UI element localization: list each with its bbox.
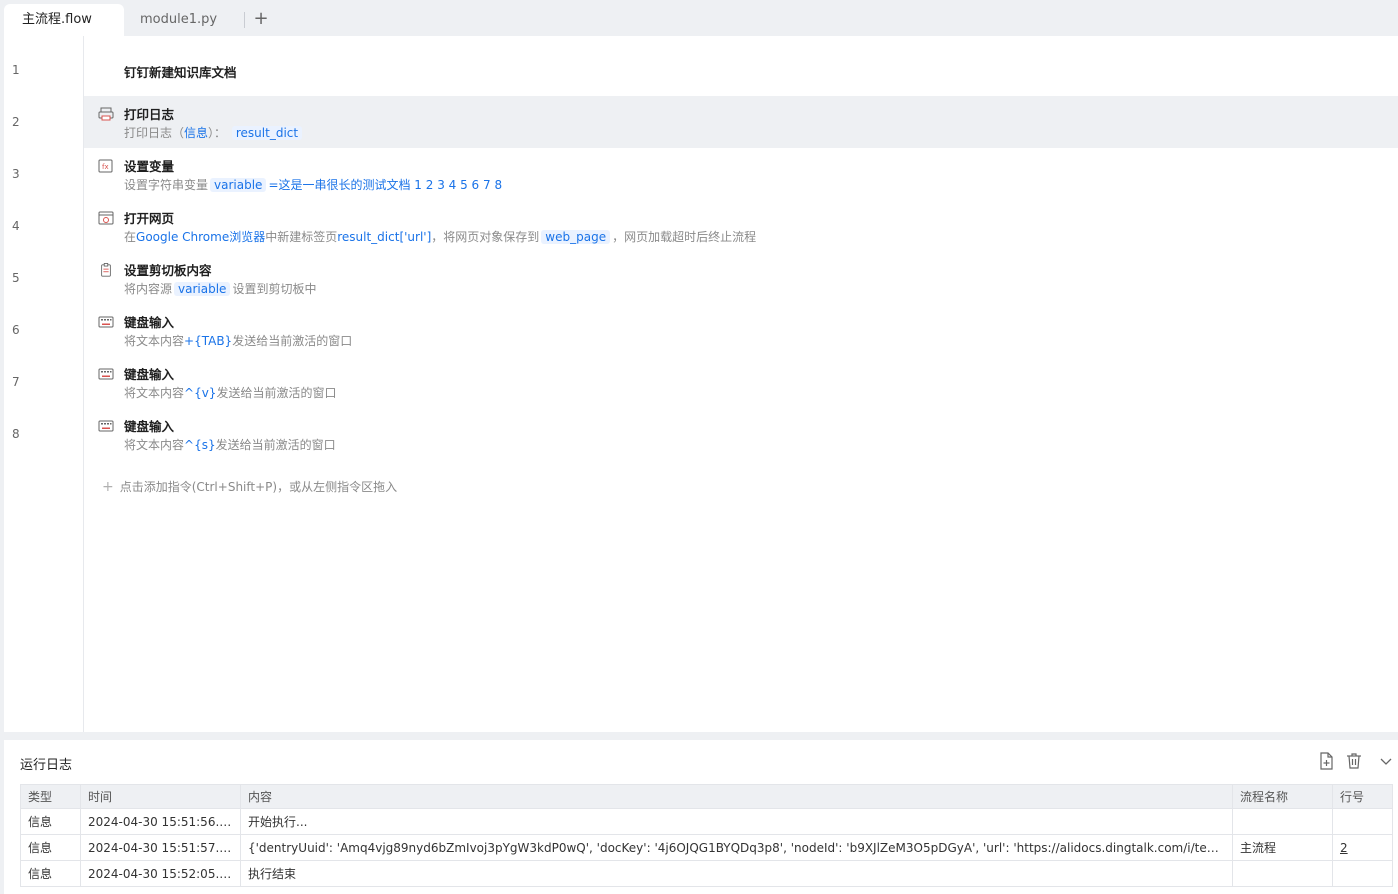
step-title: 设置变量 [124,159,175,174]
log-type: 信息 [20,860,81,887]
log-time: 2024-04-30 15:52:05.918 [80,860,241,887]
clipboard-icon [98,262,114,277]
log-line-link[interactable]: 2 [1332,834,1393,861]
log-flow: 主流程 [1232,834,1333,861]
flow-row-open-webpage[interactable]: 打开网页 在Google Chrome浏览器中新建标签页result_dict[… [84,200,1398,252]
browser-icon [98,210,114,225]
step-title: 键盘输入 [124,315,175,330]
flow-row-keyboard-input[interactable]: 键盘输入 将文本内容+{TAB}发送给当前激活的窗口 [84,304,1398,356]
keyboard-icon [98,418,114,432]
step-title: 设置剪切板内容 [124,263,212,278]
step-title: 打印日志 [124,107,175,122]
svg-text:fx: fx [102,163,109,171]
flow-row-set-clipboard[interactable]: 设置剪切板内容 将内容源 variable 设置到剪切板中 [84,252,1398,304]
column-header-flow[interactable]: 流程名称 [1232,784,1333,809]
log-time: 2024-04-30 15:51:56.904 [80,808,241,835]
column-header-type[interactable]: 类型 [20,784,81,809]
table-row[interactable]: 信息 2024-04-30 15:51:57.961 {'dentryUuid'… [20,834,1393,861]
step-description: 将文本内容^{v}发送给当前激活的窗口 [124,386,337,400]
tab-bar: 主流程.flow module1.py + [0,0,1398,36]
line-gutter: 1 2 3 4 5 6 7 8 [4,36,84,732]
step-description: 将文本内容+{TAB}发送给当前激活的窗口 [124,334,353,348]
line-number: 8 [12,427,20,441]
line-number: 5 [12,271,20,285]
printer-icon [98,106,114,121]
log-header-row: 类型 时间 内容 流程名称 行号 [20,784,1393,809]
column-header-content[interactable]: 内容 [240,784,1233,809]
log-line [1332,860,1393,887]
keyboard-icon [98,366,114,380]
chevron-down-icon[interactable] [1378,752,1394,770]
export-file-icon[interactable] [1318,752,1334,770]
flow-row-keyboard-input[interactable]: 键盘输入 将文本内容^{v}发送给当前激活的窗口 [84,356,1398,408]
column-header-line[interactable]: 行号 [1332,784,1393,809]
log-type: 信息 [20,808,81,835]
add-tab-button[interactable]: + [252,8,270,30]
variable-icon: fx [98,158,114,173]
log-title: 运行日志 [20,758,73,773]
step-description: 设置字符串变量 variable =这是一串很长的测试文档 1 2 3 4 5 6 … [124,178,503,192]
flow-row-print-log[interactable]: 打印日志 打印日志（信息）： result_dict [84,96,1398,148]
keyboard-icon [98,314,114,328]
step-description: 将文本内容^{s}发送给当前激活的窗口 [124,438,336,452]
plus-icon: + [102,479,114,495]
line-number: 1 [12,63,20,77]
line-number: 3 [12,167,20,181]
run-log-panel: 运行日志 类型 时间 内容 流程名称 行号 信息 2024-04-30 15:5… [4,740,1398,894]
line-number: 4 [12,219,20,233]
step-description: 将内容源 variable 设置到剪切板中 [124,282,317,296]
add-command-hint[interactable]: + 点击添加指令(Ctrl+Shift+P)，或从左侧指令区拖入 [102,478,397,495]
step-description: 在Google Chrome浏览器中新建标签页result_dict['url'… [124,230,757,244]
log-flow [1232,860,1333,887]
flow-row-keyboard-input[interactable]: 键盘输入 将文本内容^{s}发送给当前激活的窗口 [84,408,1398,460]
flow-row-title[interactable]: 钉钉新建知识库文档 [84,44,1398,96]
column-header-time[interactable]: 时间 [80,784,241,809]
log-type: 信息 [20,834,81,861]
log-time: 2024-04-30 15:51:57.961 [80,834,241,861]
log-content: {'dentryUuid': 'Amq4vjg89nyd6bZmIvoj3pYg… [240,834,1233,861]
line-number: 6 [12,323,20,337]
table-row[interactable]: 信息 2024-04-30 15:52:05.918 执行结束 [20,860,1393,887]
flow-row-set-variable[interactable]: fx 设置变量 设置字符串变量 variable =这是一串很长的测试文档 1 2 … [84,148,1398,200]
log-table: 类型 时间 内容 流程名称 行号 信息 2024-04-30 15:51:56.… [20,784,1393,887]
log-flow [1232,808,1333,835]
step-title: 打开网页 [124,211,175,226]
log-content: 执行结束 [240,860,1233,887]
line-number: 2 [12,115,20,129]
step-description: 打印日志（信息）： result_dict [124,124,304,141]
tab-main-flow[interactable]: 主流程.flow [4,4,124,36]
tab-module1[interactable]: module1.py [124,4,244,36]
log-toolbar [1318,752,1398,772]
app-window: 主流程.flow module1.py + 1 2 3 4 5 6 7 8 钉钉… [0,0,1398,894]
log-line [1332,808,1393,835]
line-number: 7 [12,375,20,389]
log-content: 开始执行... [240,808,1233,835]
tab-divider [244,12,245,28]
step-title: 键盘输入 [124,367,175,382]
table-row[interactable]: 信息 2024-04-30 15:51:56.904 开始执行... [20,808,1393,835]
flow-editor: 1 2 3 4 5 6 7 8 钉钉新建知识库文档 打印日志 打印日志（信息）：… [4,36,1398,732]
step-title: 键盘输入 [124,419,175,434]
flow-title: 钉钉新建知识库文档 [124,65,237,80]
trash-icon[interactable] [1346,752,1362,770]
